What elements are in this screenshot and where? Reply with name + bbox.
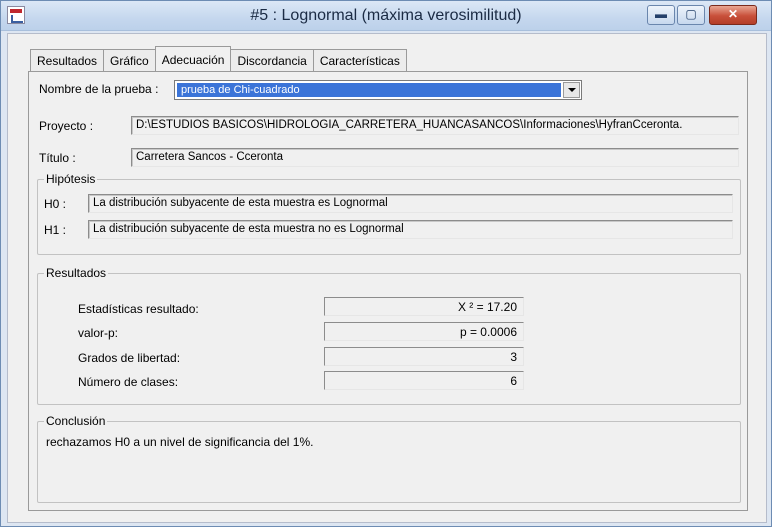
title-field: Carretera Sancos - Cceronta — [131, 148, 739, 167]
project-label: Proyecto : — [39, 119, 94, 133]
hipotesis-title: Hipótesis — [44, 172, 98, 186]
conclusion-text: rechazamos H0 a un nivel de significanci… — [46, 435, 314, 449]
minimize-button[interactable]: ▬ — [647, 5, 675, 25]
dof-value: 3 — [324, 347, 524, 366]
h0-label: H0 : — [44, 197, 67, 211]
h0-field: La distribución subyacente de esta muest… — [88, 194, 733, 213]
tab-discordancia[interactable]: Discordancia — [230, 49, 314, 71]
maximize-button[interactable]: ▢ — [677, 5, 705, 25]
test-name-label: Nombre de la prueba : — [39, 82, 159, 96]
hipotesis-group: Hipótesis H0 : La distribución subyacent… — [37, 172, 741, 255]
title-bar: #5 : Lognormal (máxima verosimilitud) ▬ … — [1, 1, 771, 31]
conclusion-title: Conclusión — [44, 414, 108, 428]
adecuacion-panel: Nombre de la prueba : prueba de Chi-cuad… — [28, 71, 748, 511]
h1-field: La distribución subyacente de esta muest… — [88, 220, 733, 239]
project-field: D:\ESTUDIOS BASICOS\HIDROLOGIA_CARRETERA… — [131, 116, 739, 135]
pvalue-value: p = 0.0006 — [324, 322, 524, 341]
h1-label: H1 : — [44, 223, 67, 237]
tab-adecuacion[interactable]: Adecuación — [154, 46, 232, 70]
tab-resultados[interactable]: Resultados — [30, 49, 105, 71]
tab-strip: Resultados Gráfico Adecuación Discordanc… — [30, 46, 407, 71]
classes-value: 6 — [324, 371, 524, 390]
stat-label: Estadísticas resultado: — [78, 302, 199, 316]
conclusion-group: Conclusión rechazamos H0 a un nivel de s… — [37, 414, 741, 503]
test-name-value: prueba de Chi-cuadrado — [177, 83, 561, 97]
chevron-down-icon[interactable] — [563, 82, 580, 98]
dof-label: Grados de libertad: — [78, 351, 181, 365]
resultados-title: Resultados — [44, 266, 109, 280]
close-button[interactable]: ✕ — [709, 5, 757, 25]
tab-caracteristicas[interactable]: Características — [312, 49, 407, 71]
stat-value: X ² = 17.20 — [324, 297, 524, 316]
dialog-window: #5 : Lognormal (máxima verosimilitud) ▬ … — [0, 0, 772, 527]
classes-label: Número de clases: — [78, 375, 179, 389]
dialog-client-area: Resultados Gráfico Adecuación Discordanc… — [7, 33, 767, 523]
resultados-group: Resultados Estadísticas resultado: X ² =… — [37, 266, 741, 405]
title-label: Título : — [39, 151, 76, 165]
test-name-select[interactable]: prueba de Chi-cuadrado — [174, 80, 582, 100]
tab-grafico[interactable]: Gráfico — [103, 49, 156, 71]
pvalue-label: valor-p: — [78, 326, 119, 340]
